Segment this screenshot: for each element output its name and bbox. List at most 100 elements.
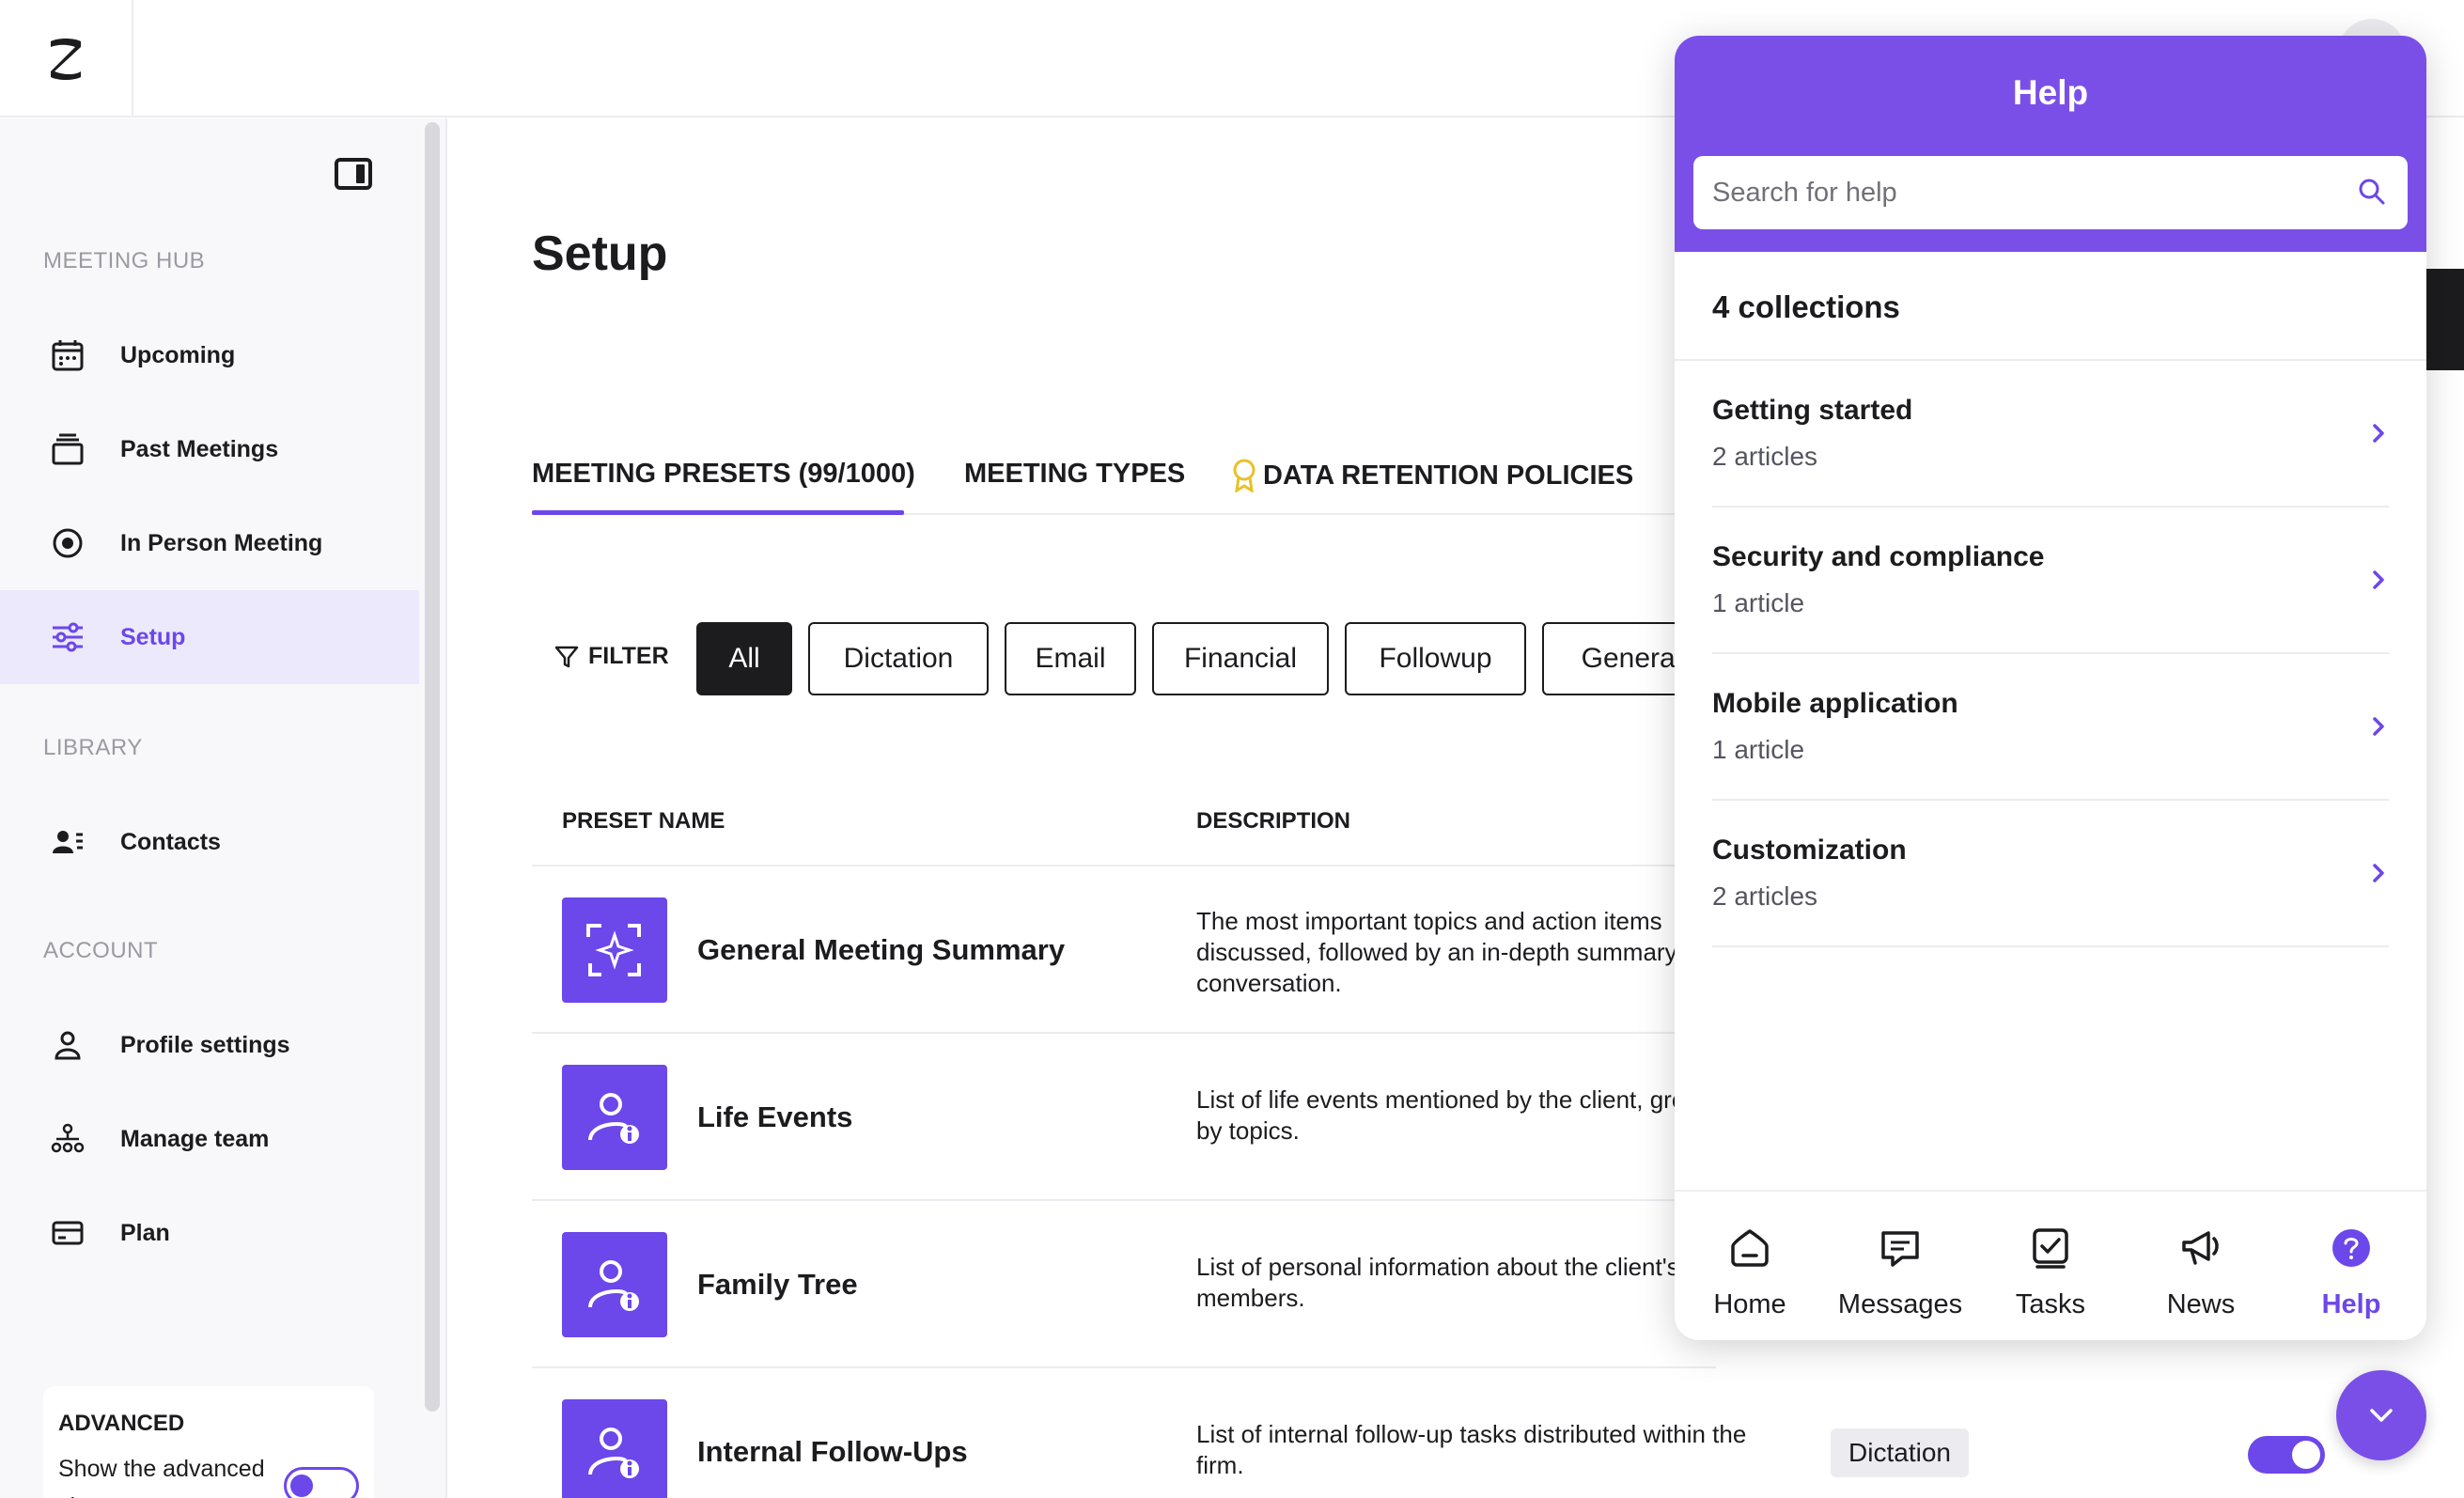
active-tab-indicator	[532, 510, 904, 515]
user-icon	[55, 1031, 81, 1060]
filter-icon	[554, 646, 579, 667]
chevron-right-icon	[2373, 717, 2384, 736]
help-widget: Help 4 collections Getting started 2 art…	[1675, 36, 2426, 1340]
advanced-title: ADVANCED	[58, 1411, 185, 1436]
user-info-icon	[588, 1093, 639, 1144]
column-header-preset-name[interactable]: PRESET NAME	[562, 808, 725, 835]
preset-enabled-toggle[interactable]	[2248, 1436, 2325, 1474]
collection-item[interactable]: Security and compliance 1 article	[1712, 507, 2389, 654]
footer-tab-home[interactable]: Home	[1675, 1192, 1825, 1340]
chevron-right-icon	[2373, 424, 2384, 443]
chip-email[interactable]: Email	[1005, 622, 1136, 695]
footer-tab-label: Messages	[1837, 1289, 1963, 1319]
advanced-toggle[interactable]	[284, 1467, 359, 1498]
collection-title: Customization	[1712, 835, 1907, 866]
contacts-icon	[53, 831, 83, 853]
preset-icon-box	[562, 897, 667, 1003]
search-icon[interactable]	[2357, 177, 2387, 207]
preset-icon-box	[562, 1399, 667, 1498]
sidebar-item-past-meetings[interactable]: Past Meetings	[0, 402, 419, 496]
logo[interactable]	[0, 0, 133, 117]
chip-financial[interactable]: Financial	[1152, 622, 1329, 695]
help-launcher-close-button[interactable]	[2336, 1370, 2426, 1460]
table-row[interactable]: General Meeting Summary The most importa…	[532, 865, 1745, 1032]
chip-all[interactable]: All	[696, 622, 792, 695]
preset-icon-box	[562, 1232, 667, 1337]
team-icon	[51, 1123, 85, 1153]
sidebar-item-manage-team[interactable]: Manage team	[0, 1092, 419, 1186]
preset-name: General Meeting Summary	[697, 933, 1066, 966]
collection-item[interactable]: Customization 2 articles	[1712, 801, 2389, 947]
user-info-icon	[588, 1260, 639, 1311]
table-row[interactable]: Family Tree List of personal information…	[532, 1199, 1750, 1366]
chip-dictation[interactable]: Dictation	[808, 622, 989, 695]
collection-item[interactable]: Getting started 2 articles	[1712, 361, 2389, 507]
tab-data-retention[interactable]: DATA RETENTION POLICIES	[1231, 459, 1633, 492]
category-badge: Dictation	[1831, 1428, 1969, 1477]
sidebar-item-profile-settings[interactable]: Profile settings	[0, 998, 419, 1092]
sidebar-item-label: Plan	[120, 1219, 170, 1246]
help-search-input[interactable]	[1693, 156, 2408, 229]
sidebar-scrollbar[interactable]	[425, 122, 440, 1412]
collection-article-count: 1 article	[1712, 735, 1805, 764]
filter-label: FILTER	[588, 643, 669, 669]
collection-article-count: 1 article	[1712, 588, 1805, 617]
footer-tab-label: Help	[2321, 1289, 2381, 1319]
collection-article-count: 2 articles	[1712, 882, 1818, 911]
advanced-description: Show the advanced view	[58, 1456, 265, 1498]
sidebar-item-label: Profile settings	[120, 1031, 290, 1058]
section-label-meeting-hub: MEETING HUB	[43, 248, 206, 273]
chevron-down-icon	[2370, 1409, 2393, 1422]
preset-description: List of internal follow-up tasks distrib…	[1196, 1420, 1747, 1479]
stack-icon	[52, 433, 84, 465]
advanced-card: ADVANCED Show the advanced view	[43, 1386, 374, 1498]
chip-followup[interactable]: Followup	[1345, 622, 1526, 695]
sparkle-frame-icon	[586, 924, 641, 976]
preset-name: Life Events	[697, 1100, 853, 1133]
chevron-right-icon	[2373, 570, 2384, 589]
sidebar-item-setup[interactable]: Setup	[0, 590, 419, 684]
megaphone-icon	[2182, 1231, 2219, 1265]
message-icon	[1881, 1231, 1919, 1267]
column-header-description[interactable]: DESCRIPTION	[1196, 808, 1350, 835]
sidebar-item-label: Upcoming	[120, 341, 236, 368]
sidebar-toggle-icon[interactable]	[335, 158, 372, 190]
help-header: Help	[1675, 36, 2426, 252]
table-row[interactable]: Internal Follow-Ups List of internal fol…	[532, 1366, 1746, 1498]
footer-tab-label: News	[2166, 1289, 2236, 1319]
sidebar-item-in-person[interactable]: In Person Meeting	[0, 496, 419, 590]
collection-title: Getting started	[1712, 395, 1913, 426]
footer-tab-tasks[interactable]: Tasks	[1975, 1192, 2126, 1340]
collection-item[interactable]: Mobile application 1 article	[1712, 654, 2389, 801]
logo-icon	[51, 39, 81, 80]
sidebar-item-contacts[interactable]: Contacts	[0, 795, 419, 889]
sidebar-item-label: Contacts	[120, 828, 221, 855]
question-icon	[2332, 1229, 2370, 1267]
section-label-account: ACCOUNT	[43, 938, 159, 963]
footer-tab-label: Tasks	[2015, 1289, 2086, 1319]
table-row[interactable]: Life Events List of life events mentione…	[532, 1032, 1739, 1199]
sidebar-item-upcoming[interactable]: Upcoming	[0, 308, 419, 402]
filter-button[interactable]: FILTER	[554, 643, 669, 670]
footer-tab-help[interactable]: Help	[2276, 1192, 2426, 1340]
sidebar-item-label: Setup	[120, 623, 186, 650]
tab-meeting-presets[interactable]: MEETING PRESETS (99/1000)	[532, 459, 915, 490]
collection-article-count: 2 articles	[1712, 442, 1818, 471]
tab-meeting-types[interactable]: MEETING TYPES	[964, 459, 1185, 490]
sidebar-item-label: Manage team	[120, 1125, 270, 1152]
collection-title: Security and compliance	[1712, 541, 2045, 572]
sidebar: MEETING HUB Upcoming Past Meetings In Pe…	[0, 118, 447, 1498]
award-icon	[1233, 459, 1255, 492]
collection-title: Mobile application	[1712, 688, 1958, 719]
collections-count: 4 collections	[1712, 289, 1900, 324]
help-footer-nav: Home Messages Tasks News Help	[1675, 1190, 2426, 1340]
tab-label: DATA RETENTION POLICIES	[1263, 460, 1634, 491]
footer-tab-news[interactable]: News	[2126, 1192, 2276, 1340]
footer-tab-messages[interactable]: Messages	[1825, 1192, 1975, 1340]
chevron-right-icon	[2373, 864, 2384, 882]
card-icon	[52, 1221, 84, 1245]
sidebar-item-label: Past Meetings	[120, 435, 279, 462]
record-icon	[53, 528, 83, 558]
sidebar-item-plan[interactable]: Plan	[0, 1186, 419, 1280]
sidebar-item-label: In Person Meeting	[120, 529, 323, 556]
